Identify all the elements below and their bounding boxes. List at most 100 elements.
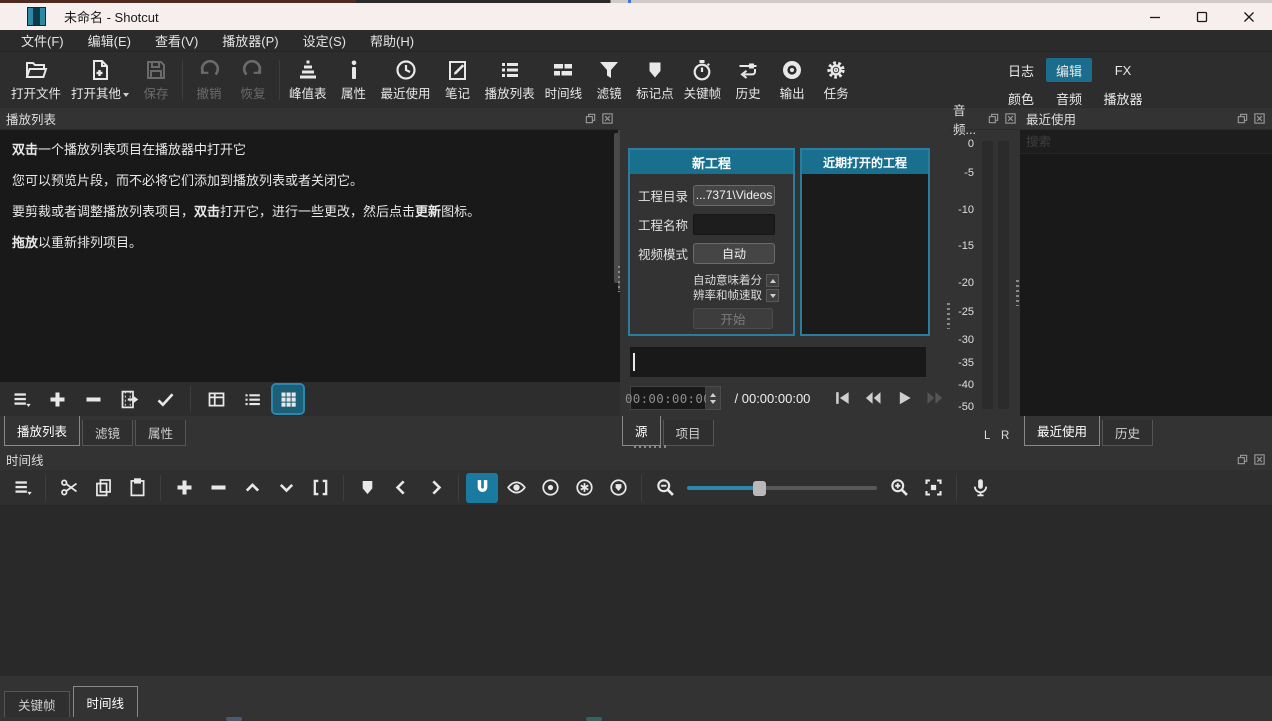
tab-timeline[interactable]: 时间线 <box>73 686 139 717</box>
toolbar-timeline[interactable]: 时间线 <box>540 55 588 105</box>
copy-button[interactable] <box>87 473 119 503</box>
spin-down-button[interactable] <box>766 289 779 302</box>
scrub-while-dragging-button[interactable] <box>500 473 532 503</box>
menu-edit[interactable]: 编辑(E) <box>77 29 142 52</box>
toolbar-filters[interactable]: 滤镜 <box>587 55 631 105</box>
float-panel-icon[interactable] <box>987 112 1000 125</box>
tab-project[interactable]: 项目 <box>663 420 714 446</box>
toolbar-separator <box>160 475 161 501</box>
record-audio-button[interactable] <box>964 473 996 503</box>
layout-fx[interactable]: FX <box>1094 58 1152 82</box>
timeline-menu-button[interactable] <box>6 473 38 503</box>
tab-playlist[interactable]: 播放列表 <box>4 416 80 446</box>
maximize-button[interactable] <box>1178 3 1225 30</box>
previous-marker-button[interactable] <box>385 473 417 503</box>
view-icons-button[interactable] <box>273 385 303 413</box>
overwrite-button[interactable] <box>270 473 302 503</box>
ripple-all-tracks-button[interactable] <box>568 473 600 503</box>
search-input[interactable] <box>1020 130 1272 153</box>
toolbar-keyframes[interactable]: 关键帧 <box>679 55 727 105</box>
ripple-markers-button[interactable] <box>602 473 634 503</box>
tab-recent[interactable]: 最近使用 <box>1024 416 1100 446</box>
toolbar-save[interactable]: 保存 <box>134 55 178 105</box>
timeline-zoom-slider[interactable] <box>687 473 877 503</box>
toolbar-open-other[interactable]: 打开其他 <box>66 55 134 105</box>
menu-player[interactable]: 播放器(P) <box>211 29 289 52</box>
video-mode-button[interactable]: 自动 <box>693 243 775 264</box>
layout-audio[interactable]: 音频 <box>1046 86 1092 110</box>
rewind-button[interactable] <box>857 385 888 411</box>
timeline-tracks[interactable] <box>0 506 1272 676</box>
menu-view[interactable]: 查看(V) <box>144 29 209 52</box>
tab-filters[interactable]: 滤镜 <box>82 420 133 446</box>
float-panel-icon[interactable] <box>1236 453 1249 466</box>
recent-projects-list[interactable] <box>802 174 928 334</box>
slider-handle[interactable] <box>753 481 766 496</box>
ripple-delete-button[interactable] <box>202 473 234 503</box>
playlist-menu-button[interactable] <box>6 385 36 413</box>
timecode-spinner[interactable] <box>706 386 721 410</box>
toolbar-redo[interactable]: 恢复 <box>231 55 275 105</box>
toolbar-export[interactable]: 输出 <box>770 55 814 105</box>
toolbar-notes[interactable]: 笔记 <box>436 55 480 105</box>
zoom-in-button[interactable] <box>883 473 915 503</box>
project-dir-button[interactable]: ...7371\Videos <box>693 185 775 206</box>
snap-toggle-button[interactable] <box>466 473 498 503</box>
timecode-field[interactable]: 00:00:00:00 <box>630 386 706 410</box>
append-button[interactable] <box>168 473 200 503</box>
playlist-add-all-button[interactable] <box>150 385 180 413</box>
tab-keyframes[interactable]: 关键帧 <box>4 691 70 717</box>
float-panel-icon[interactable] <box>584 112 597 125</box>
cut-button[interactable] <box>53 473 85 503</box>
toolbar-properties[interactable]: 属性 <box>332 55 376 105</box>
create-marker-button[interactable] <box>351 473 383 503</box>
view-details-button[interactable] <box>201 385 231 413</box>
close-panel-icon[interactable] <box>601 112 614 125</box>
playlist-update-button[interactable] <box>114 385 144 413</box>
toolbar-open-file[interactable]: 打开文件 <box>6 55 66 105</box>
minimize-button[interactable] <box>1131 3 1178 30</box>
paste-button[interactable] <box>121 473 153 503</box>
playlist-append-button[interactable] <box>42 385 72 413</box>
toolbar-playlist[interactable]: 播放列表 <box>480 55 540 105</box>
menu-settings[interactable]: 设定(S) <box>292 29 357 52</box>
player-seekbar[interactable] <box>630 347 926 377</box>
close-button[interactable] <box>1225 3 1272 30</box>
close-panel-icon[interactable] <box>1253 453 1266 466</box>
spin-up-button[interactable] <box>766 274 779 287</box>
play-button[interactable] <box>888 385 919 411</box>
recent-file-list[interactable] <box>1020 154 1272 416</box>
close-panel-icon[interactable] <box>1253 112 1266 125</box>
close-panel-icon[interactable] <box>1004 112 1017 125</box>
toolbar-history[interactable]: 历史 <box>726 55 770 105</box>
playlist-remove-button[interactable] <box>78 385 108 413</box>
float-panel-icon[interactable] <box>1236 112 1249 125</box>
toolbar-markers[interactable]: 标记点 <box>631 55 679 105</box>
tab-source[interactable]: 源 <box>622 416 661 446</box>
start-button[interactable]: 开始 <box>693 308 773 329</box>
next-marker-button[interactable] <box>419 473 451 503</box>
toolbar-peak-meter[interactable]: 峰值表 <box>284 55 332 105</box>
toolbar-jobs[interactable]: 任务 <box>814 55 858 105</box>
menubar: 文件(F) 编辑(E) 查看(V) 播放器(P) 设定(S) 帮助(H) <box>0 30 1272 52</box>
layout-color[interactable]: 颜色 <box>998 86 1044 110</box>
lift-button[interactable] <box>236 473 268 503</box>
tab-history[interactable]: 历史 <box>1102 420 1153 446</box>
menu-file[interactable]: 文件(F) <box>10 29 75 52</box>
ripple-toggle-button[interactable] <box>534 473 566 503</box>
layout-editing[interactable]: 编辑 <box>1046 58 1092 82</box>
menu-help[interactable]: 帮助(H) <box>359 29 425 52</box>
toolbar-undo[interactable]: 撤销 <box>187 55 231 105</box>
toolbar-recent[interactable]: 最近使用 <box>376 55 436 105</box>
zoom-out-button[interactable] <box>649 473 681 503</box>
view-tiles-button[interactable] <box>237 385 267 413</box>
layout-logging[interactable]: 日志 <box>998 58 1044 82</box>
splitter-handle[interactable] <box>1016 280 1019 306</box>
zoom-fit-button[interactable] <box>917 473 949 503</box>
fast-forward-button[interactable] <box>919 385 950 411</box>
layout-player[interactable]: 播放器 <box>1094 86 1152 110</box>
split-button[interactable] <box>304 473 336 503</box>
project-name-input[interactable] <box>693 214 775 235</box>
tab-properties[interactable]: 属性 <box>135 420 186 446</box>
skip-to-start-button[interactable] <box>826 385 857 411</box>
